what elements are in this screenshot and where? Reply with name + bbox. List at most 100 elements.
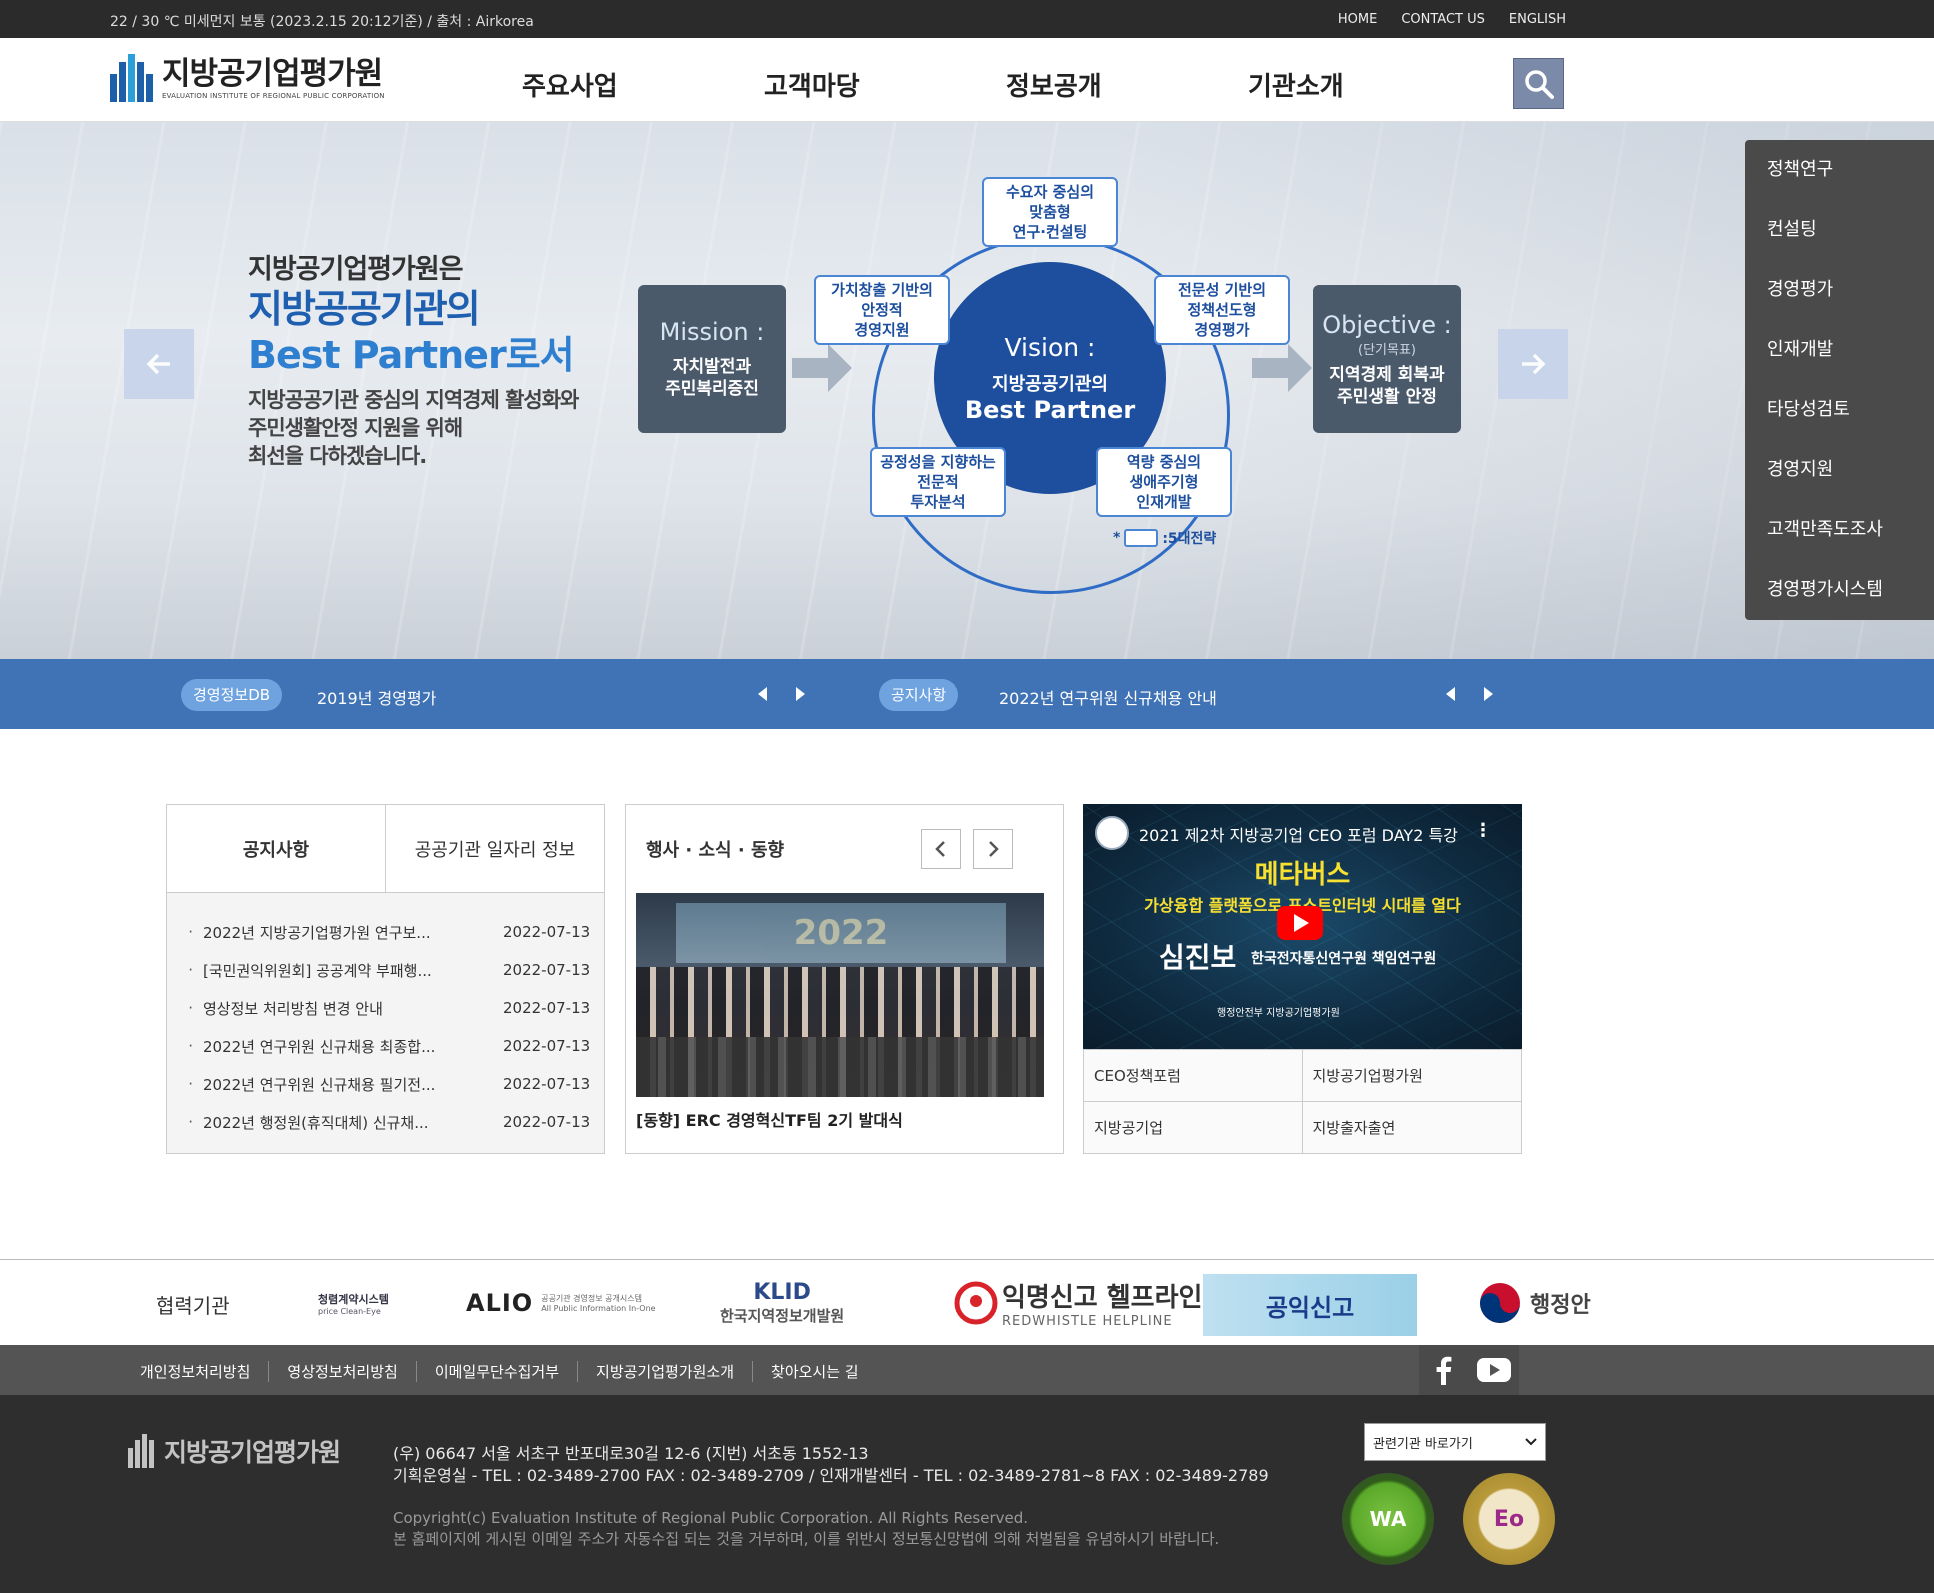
arrow-right-icon <box>1522 353 1546 375</box>
list-item[interactable]: · 2022년 연구위원 신규채용 최종합... 2022-07-13 <box>167 1027 604 1065</box>
main-nav: 주요사업 고객마당 정보공개 기관소개 <box>522 66 1490 103</box>
link-local-investment[interactable]: 지방출자출연 <box>1302 1102 1521 1153</box>
whistle-icon <box>954 1281 998 1325</box>
search-button[interactable] <box>1513 58 1564 109</box>
nav-about[interactable]: 기관소개 <box>1248 66 1490 103</box>
wa-cert-badge: WA <box>1342 1473 1434 1565</box>
ticker-bar: 경영정보DB 2019년 경영평가 공지사항 2022년 연구위원 신규채용 안… <box>0 659 1934 729</box>
partner-mois[interactable]: 행정안 <box>1478 1274 1591 1332</box>
partner-klid[interactable]: KLID 한국지역정보개발원 <box>720 1274 844 1332</box>
top-bar: 22 / 30 ℃ 미세먼지 보통 (2023.2.15 20:12기준) / … <box>0 0 1934 38</box>
partner-helpline[interactable]: 익명신고 헬프라인 REDWHISTLE HELPLINE <box>954 1274 1202 1332</box>
ticker-text-notice[interactable]: 2022년 연구위원 신규채용 안내 <box>999 685 1217 709</box>
notice-panel: 공지사항 공공기관 일자리 정보 · 2022년 지방공기업평가원 연구보... 2… <box>166 804 605 1154</box>
video-org: 한국전자통신연구원 책임연구원 <box>1251 951 1437 967</box>
strategy-box: 공정성을 지향하는 전문적 투자분석 <box>870 447 1006 517</box>
partner-gongik[interactable]: 공익신고 <box>1203 1274 1417 1336</box>
video-panel: 2021 제2차 지방공기업 CEO 포럼 DAY2 특강 ⋮ 메타버스 가상융… <box>1083 804 1522 1154</box>
news-photo[interactable]: 2022 <box>636 893 1044 1097</box>
ticker-text-db[interactable]: 2019년 경영평가 <box>317 685 436 709</box>
link-institute[interactable]: 지방공기업평가원 <box>1302 1050 1521 1102</box>
tab-jobs[interactable]: 공공기관 일자리 정보 <box>386 805 604 892</box>
video-footer: 행정안전부 지방공기업평가원 <box>1217 1008 1340 1019</box>
footer-link-video-policy[interactable]: 영상정보처리방침 <box>268 1361 415 1382</box>
logo-mark-icon <box>110 54 154 102</box>
contact-us-link[interactable]: CONTACT US <box>1401 12 1485 27</box>
list-item[interactable]: · 2022년 지방공기업평가원 연구보... 2022-07-13 <box>167 913 604 951</box>
nav-customer[interactable]: 고객마당 <box>764 66 1006 103</box>
video-menu-icon[interactable]: ⋮ <box>1474 820 1492 841</box>
ticker-db-prev-icon[interactable] <box>758 687 767 701</box>
mission-box: Mission : 자치발전과 주민복리증진 <box>638 285 786 433</box>
site-footer: 지방공기업평가원 (우) 06647 서울 서초구 반포대로30길 12-6 (… <box>0 1395 1934 1593</box>
play-icon[interactable] <box>1277 906 1323 940</box>
home-link[interactable]: HOME <box>1338 12 1377 27</box>
taegeuk-icon <box>1480 1283 1520 1323</box>
strategy-legend: *:5대전략 <box>1113 529 1217 547</box>
video-headline: 메타버스 <box>1254 860 1351 890</box>
partner-cleaneye[interactable]: 청렴계약시스템 price Clean-Eye <box>318 1274 389 1332</box>
partner-bar: 협력기관 청렴계약시스템 price Clean-Eye ALIO 공공기관 경… <box>0 1259 1934 1345</box>
link-ceo-forum[interactable]: CEO정책포럼 <box>1084 1050 1303 1102</box>
ticker-badge-notice[interactable]: 공지사항 <box>879 679 959 711</box>
list-item[interactable]: · 2022년 행정원(휴직대체) 신규채... 2022-07-13 <box>167 1103 604 1141</box>
youtube-button[interactable] <box>1469 1345 1519 1395</box>
arrow-mission-icon <box>792 344 852 392</box>
top-links: HOME CONTACT US ENGLISH <box>1338 12 1566 27</box>
facebook-icon <box>1436 1356 1452 1385</box>
quick-item-evaluation[interactable]: 경영평가 <box>1745 260 1934 320</box>
arrow-left-icon <box>146 353 170 375</box>
weather-info: 22 / 30 ℃ 미세먼지 보통 (2023.2.15 20:12기준) / … <box>110 14 534 30</box>
ticker-notice-next-icon[interactable] <box>1484 687 1493 701</box>
objective-box: Objective : (단기목표) 지역경제 회복과 주민생활 안정 <box>1313 285 1461 433</box>
strategy-box: 역량 중심의 생애주기형 인재개발 <box>1096 447 1232 517</box>
news-next-button[interactable] <box>973 829 1013 869</box>
list-item[interactable]: · 2022년 연구위원 신규채용 필기전... 2022-07-13 <box>167 1065 604 1103</box>
hero-banner: 지방공기업평가원은 지방공공기관의 Best Partner로서 지방공공기관 … <box>0 122 1934 659</box>
footer-address: (우) 06647 서울 서초구 반포대로30길 12-6 (지번) 서초동 1… <box>393 1444 1269 1485</box>
link-local-corp[interactable]: 지방공기업 <box>1084 1102 1303 1153</box>
ticker-db-next-icon[interactable] <box>796 687 805 701</box>
quick-item-management-support[interactable]: 경영지원 <box>1745 440 1934 500</box>
video-speaker: 심진보 <box>1159 941 1237 974</box>
partners-title: 협력기관 <box>156 1294 230 1318</box>
news-prev-button[interactable] <box>921 829 961 869</box>
quick-item-policy-research[interactable]: 정책연구 <box>1745 140 1934 200</box>
ticker-notice-prev-icon[interactable] <box>1446 687 1455 701</box>
strategy-box: 수요자 중심의 맞춤형 연구·컨설팅 <box>982 177 1118 247</box>
quick-item-hr-development[interactable]: 인재개발 <box>1745 320 1934 380</box>
footer-logo: 지방공기업평가원 <box>128 1433 341 1469</box>
hero-line1: 지방공기업평가원은 <box>248 254 464 285</box>
news-caption[interactable]: [동향] ERC 경영혁신TF팀 2기 발대식 <box>636 1107 903 1131</box>
strategy-box: 가치창출 기반의 안정적 경영지원 <box>814 275 950 345</box>
hero-next-button[interactable] <box>1498 329 1568 399</box>
footer-link-directions[interactable]: 찾아오시는 길 <box>752 1361 877 1382</box>
video-links: CEO정책포럼 지방공기업평가원 지방공기업 지방출자출연 <box>1083 1049 1522 1154</box>
list-item[interactable]: · [국민권익위원회] 공공계약 부패행... 2022-07-13 <box>167 951 604 989</box>
arrow-objective-icon <box>1252 344 1312 392</box>
list-item[interactable]: · 영상정보 처리방침 변경 안내 2022-07-13 <box>167 989 604 1027</box>
related-sites-select[interactable]: 관련기관 바로가기 <box>1364 1423 1546 1461</box>
quick-item-evaluation-system[interactable]: 경영평가시스템 <box>1745 560 1934 620</box>
news-panel: 행사 · 소식 · 동향 2022 [동향] ERC 경영혁신TF팀 2기 발대… <box>625 804 1064 1154</box>
footer-link-about[interactable]: 지방공기업평가원소개 <box>577 1361 752 1382</box>
site-logo[interactable]: 지방공기업평가원 EVALUATION INSTITUTE OF REGIONA… <box>110 54 385 102</box>
hero-text: 지방공기업평가원은 지방공공기관의 Best Partner로서 지방공공기관 … <box>248 247 579 470</box>
nav-disclosure[interactable]: 정보공개 <box>1006 66 1248 103</box>
tab-notice[interactable]: 공지사항 <box>167 805 386 892</box>
chevron-right-icon <box>989 841 999 857</box>
facebook-button[interactable] <box>1419 1345 1469 1395</box>
hero-prev-button[interactable] <box>124 329 194 399</box>
partner-alio[interactable]: ALIO 공공기관 경영정보 공개시스템 All Public Informat… <box>466 1274 656 1332</box>
hero-line3: Best Partner로서 <box>248 333 575 377</box>
nav-main-business[interactable]: 주요사업 <box>522 66 764 103</box>
quick-item-feasibility[interactable]: 타당성검토 <box>1745 380 1934 440</box>
quick-item-satisfaction-survey[interactable]: 고객만족도조사 <box>1745 500 1934 560</box>
quick-item-consulting[interactable]: 컨설팅 <box>1745 200 1934 260</box>
video-player[interactable]: 2021 제2차 지방공기업 CEO 포럼 DAY2 특강 ⋮ 메타버스 가상융… <box>1083 804 1522 1049</box>
ticker-badge-db[interactable]: 경영정보DB <box>181 679 283 711</box>
quick-menu: 정책연구 컨설팅 경영평가 인재개발 타당성검토 경영지원 고객만족도조사 경영… <box>1745 140 1934 620</box>
footer-link-privacy[interactable]: 개인정보처리방침 <box>140 1361 268 1382</box>
english-link[interactable]: ENGLISH <box>1509 12 1566 27</box>
footer-link-email-refusal[interactable]: 이메일무단수집거부 <box>415 1361 577 1382</box>
